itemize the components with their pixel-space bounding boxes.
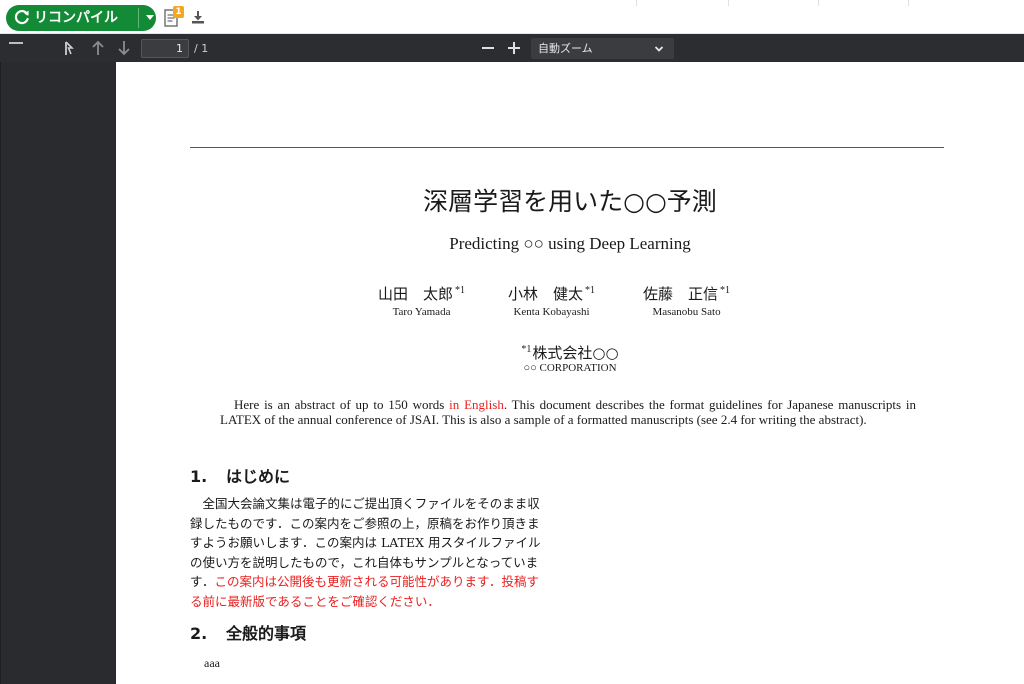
refresh-icon [14, 9, 29, 25]
update-notice: る前に最新版であることをご確認ください． [190, 593, 440, 609]
toolbar-divider [636, 0, 637, 6]
pdf-page: 深層学習を用いた○○予測 Predicting ○○ using Deep Le… [116, 62, 1024, 684]
pdf-viewer-gutter [0, 62, 116, 684]
header-rule [190, 147, 944, 148]
editor-toolbar: リコンパイル 1 [0, 0, 1024, 34]
section-heading: 2. 全般的事項 [190, 623, 306, 645]
toolbar-divider [728, 0, 729, 6]
page-number-input[interactable]: 1 [141, 39, 189, 58]
body-line: 全国大会論文集は電子的にご提出頂くファイルをそのまま収 [190, 496, 540, 511]
section-heading: 1. はじめに [190, 466, 290, 488]
cursor-icon [65, 41, 74, 55]
affiliation-en: ○○ CORPORATION [523, 362, 617, 374]
author-block: 小林 健太 *1 Kenta Kobayashi [508, 280, 595, 319]
section-body: aaa [204, 656, 220, 670]
plus-icon [508, 42, 520, 54]
affiliation-mark: *1 [521, 344, 532, 355]
affiliation-mark: *1 [585, 285, 596, 296]
section-title: 全般的事項 [226, 624, 307, 643]
update-notice: この案内は公開後も更新される可能性があります．投稿す [214, 574, 540, 589]
download-pdf-button[interactable] [190, 9, 206, 25]
previous-page-button[interactable] [88, 34, 108, 62]
recompile-label: リコンパイル [34, 10, 118, 26]
abstract-highlight: in English [449, 397, 504, 412]
body-line: 録したものです．この案内をご参照の上，原稿をお作り頂きま [190, 515, 540, 531]
body-line: すようお願いします．この案内は LATEX 用スタイルファイル [190, 535, 541, 550]
section-body: 全国大会論文集は電子的にご提出頂くファイルをそのまま収 録したものです．この案内… [190, 494, 552, 611]
body-line: す．この案内は公開後も更新される可能性があります．投稿す [190, 574, 540, 589]
recompile-button[interactable]: リコンパイル [6, 5, 156, 31]
arrow-up-icon [92, 40, 104, 55]
next-page-button[interactable] [114, 34, 134, 62]
zoom-select[interactable]: 自動ズーム [531, 38, 674, 59]
cursor-tool-button[interactable] [60, 34, 80, 62]
author-name-en: Kenta Kobayashi [513, 306, 590, 318]
zoom-out-button[interactable] [478, 34, 498, 62]
pdf-viewer-toolbar: 1 / 1 自動ズーム [0, 34, 1024, 62]
minus-icon [482, 47, 494, 49]
recompile-divider [138, 8, 139, 28]
zoom-in-button[interactable] [504, 34, 524, 62]
section-number: 2. [190, 624, 208, 643]
chevron-down-icon[interactable] [146, 15, 154, 20]
author-name-ja: 山田 太郎 *1 [378, 285, 466, 303]
page-title: 深層学習を用いた○○予測 [423, 187, 717, 216]
download-icon [192, 11, 204, 24]
logs-count-badge: 1 [173, 6, 184, 18]
toolbar-divider [818, 0, 819, 6]
author-name-ja: 小林 健太 *1 [508, 285, 596, 303]
page-subtitle: Predicting ○○ using Deep Learning [449, 234, 691, 253]
author-block: 山田 太郎 *1 Taro Yamada [378, 280, 465, 319]
author-name-en: Masanobu Sato [652, 306, 721, 318]
affiliation-mark: *1 [455, 285, 466, 296]
arrow-down-icon [118, 41, 130, 56]
page-count-label: / 1 [194, 42, 209, 55]
affiliation-mark: *1 [720, 285, 731, 296]
gutter-edge [0, 62, 1, 684]
author-name-en: Taro Yamada [392, 306, 451, 318]
abstract: Here is an abstract of up to 150 words i… [220, 397, 916, 427]
chevron-down-icon [654, 46, 664, 52]
section-number: 1. [190, 467, 208, 486]
zoom-select-value: 自動ズーム [538, 42, 593, 55]
abstract-text: Here is an abstract of up to 150 words [234, 397, 450, 412]
minus-icon [9, 42, 23, 44]
section-title: はじめに [226, 467, 291, 486]
author-block: 佐藤 正信 *1 Masanobu Sato [643, 280, 730, 319]
body-line: の使い方を説明したもので，これ自体もサンプルとなっていま [190, 554, 539, 570]
author-name-ja: 佐藤 正信 *1 [643, 285, 731, 303]
toolbar-divider [908, 0, 909, 6]
toggle-sidebar-button[interactable] [6, 34, 26, 62]
